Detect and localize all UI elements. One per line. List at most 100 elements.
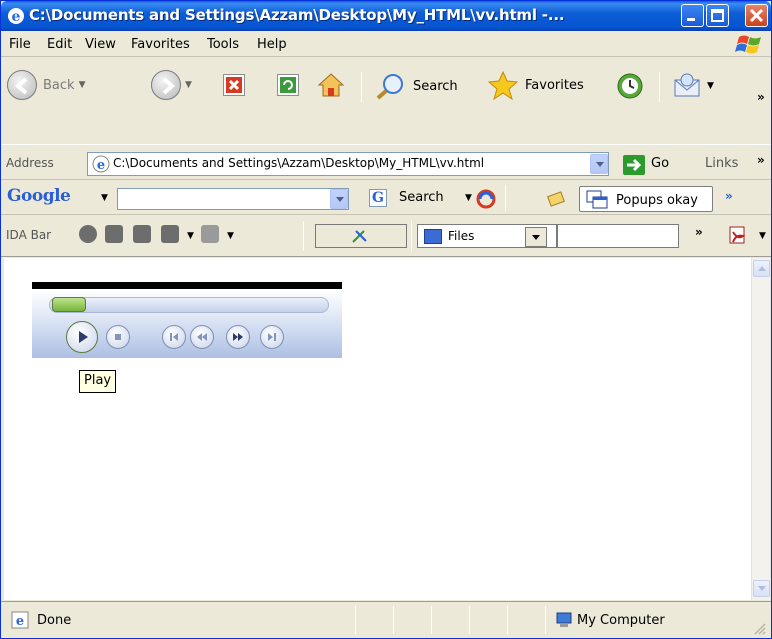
scroll-down-button[interactable] (753, 580, 770, 597)
maximize-button[interactable] (706, 4, 729, 27)
status-divider (469, 606, 470, 634)
svg-text:e: e (97, 158, 105, 173)
page-status-icon: e (11, 611, 29, 629)
stop-media-icon (115, 334, 121, 340)
previous-button[interactable] (162, 325, 186, 349)
minimize-button[interactable] (681, 4, 704, 27)
rewind-button[interactable] (190, 325, 214, 349)
google-chevron-icon[interactable]: » (725, 189, 733, 203)
refresh-button[interactable] (277, 74, 299, 96)
pdf-icon[interactable] (727, 224, 749, 246)
mail-button[interactable]: ▼ (671, 72, 714, 100)
search-icon (376, 74, 403, 100)
menu-favorites[interactable]: Favorites (131, 37, 190, 52)
security-zone-text: My Computer (577, 613, 665, 628)
rewind-icon (197, 333, 207, 341)
status-divider (507, 606, 508, 634)
status-divider (545, 606, 546, 634)
toolbar-more-chevron-icon[interactable]: » (757, 90, 765, 104)
maximize-icon (711, 9, 724, 22)
media-player (32, 282, 342, 358)
toolbar-separator (303, 221, 304, 251)
status-divider (355, 606, 356, 634)
go-label[interactable]: Go (651, 156, 669, 171)
menu-bar: File Edit View Favorites Tools Help (1, 31, 771, 57)
files-dropdown-button[interactable] (525, 227, 547, 247)
links-label[interactable]: Links (705, 156, 738, 171)
home-icon[interactable] (161, 225, 179, 243)
scroll-up-button[interactable] (753, 260, 770, 277)
resize-grip-icon[interactable] (753, 622, 767, 636)
ida-home-dropdown-icon[interactable]: ▼ (187, 231, 194, 241)
popup-blocker-button[interactable]: Popups okay (579, 186, 713, 212)
home-button[interactable] (317, 72, 345, 98)
highlight-icon[interactable] (545, 188, 567, 210)
next-button[interactable] (260, 325, 284, 349)
google-search-input[interactable] (117, 188, 349, 210)
ida-media-dropdown-icon[interactable]: ▼ (227, 231, 234, 241)
menu-help[interactable]: Help (257, 37, 287, 52)
play-button[interactable] (66, 321, 98, 353)
add-icon[interactable] (105, 225, 123, 243)
menu-file[interactable]: File (9, 37, 31, 52)
menu-tools[interactable]: Tools (207, 37, 239, 52)
google-logo[interactable]: Google (7, 186, 71, 206)
address-input[interactable]: e C:\Documents and Settings\Azzam\Deskto… (87, 152, 609, 176)
files-icon (424, 229, 442, 244)
toolbar-separator (411, 221, 412, 251)
search-button[interactable]: Search (375, 72, 458, 100)
links-chevron-icon[interactable]: » (757, 153, 765, 167)
status-text: Done (37, 613, 72, 628)
ida-progress-field[interactable] (315, 224, 407, 248)
seek-thumb[interactable] (52, 297, 86, 312)
standard-toolbar: Back ▼ ▼ Search Favorites ▼ » (1, 58, 771, 144)
menu-edit[interactable]: Edit (47, 37, 72, 52)
next-icon (268, 333, 276, 341)
google-menu-dropdown-icon[interactable]: ▼ (101, 193, 108, 203)
address-dropdown-button[interactable] (590, 154, 608, 174)
pdf-dropdown-icon[interactable]: ▼ (759, 231, 766, 241)
google-search-dropdown-button[interactable] (330, 189, 348, 209)
menu-view[interactable]: View (85, 37, 116, 52)
scroll-down-arrow-icon (758, 586, 766, 591)
search-label: Search (413, 78, 458, 94)
favorites-button[interactable]: Favorites (487, 70, 584, 100)
title-bar[interactable]: e C:\Documents and Settings\Azzam\Deskto… (1, 1, 771, 31)
ida-search-input[interactable] (557, 224, 679, 248)
popup-blocker-icon (586, 190, 608, 209)
cursor-icon (352, 230, 367, 243)
page-icon: e (92, 155, 110, 173)
google-search-dropdown-icon[interactable]: ▼ (465, 193, 472, 203)
mail-dropdown-icon[interactable]: ▼ (707, 81, 714, 91)
close-icon (749, 8, 764, 23)
stop-media-button[interactable] (106, 325, 130, 349)
address-bar: Address e C:\Documents and Settings\Azza… (1, 144, 771, 180)
scroll-up-arrow-icon (758, 266, 766, 271)
folders-icon[interactable] (133, 225, 151, 243)
ida-toolbar: IDA Bar ▼ ▼ Files » ▼ (1, 215, 771, 257)
history-button[interactable] (615, 72, 645, 100)
play-tooltip: Play (79, 370, 117, 393)
back-button[interactable]: Back ▼ (7, 70, 85, 100)
forward-button[interactable]: ▼ (151, 70, 192, 100)
back-dropdown-icon[interactable]: ▼ (79, 80, 86, 90)
status-divider (431, 606, 432, 634)
seek-bar[interactable] (49, 297, 329, 313)
ida-chevron-icon[interactable]: » (695, 225, 703, 239)
download-icon[interactable] (79, 225, 97, 243)
minimize-icon (687, 18, 695, 21)
forward-arrow-icon (151, 70, 181, 100)
pagerank-icon[interactable] (475, 188, 497, 210)
popups-label: Popups okay (616, 193, 698, 208)
google-search-button[interactable]: Search (399, 190, 444, 205)
vertical-scrollbar[interactable] (751, 258, 770, 600)
media-icon[interactable] (201, 225, 219, 243)
google-g-icon[interactable]: G (369, 189, 387, 207)
close-button[interactable] (745, 4, 768, 27)
stop-button[interactable] (223, 74, 245, 96)
player-video-area (32, 282, 342, 289)
fast-forward-button[interactable] (226, 325, 250, 349)
go-button[interactable] (623, 155, 645, 175)
forward-dropdown-icon[interactable]: ▼ (185, 80, 192, 90)
fast-forward-icon (233, 333, 243, 341)
